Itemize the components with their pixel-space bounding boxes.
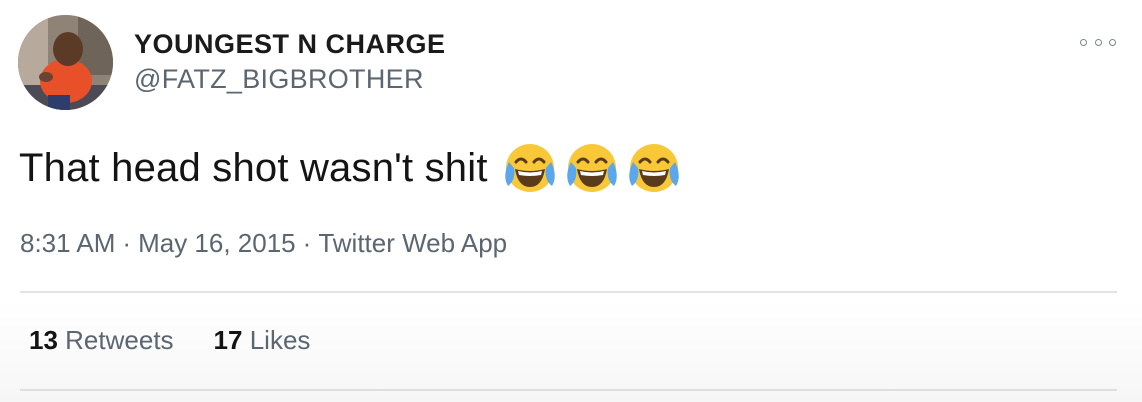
- display-name[interactable]: YOUNGEST N CHARGE: [134, 29, 446, 60]
- tweet-stats: 13 Retweets 17 Likes: [29, 325, 350, 356]
- face-with-tears-of-joy-icon: [504, 144, 555, 192]
- emoji-group: [502, 140, 688, 196]
- avatar[interactable]: [18, 15, 113, 110]
- tweet-meta: 8:31 AM · May 16, 2015 · Twitter Web App: [20, 228, 507, 259]
- tweet-date[interactable]: May 16, 2015: [138, 228, 296, 258]
- more-options-icon[interactable]: [1080, 34, 1116, 50]
- tweet-source[interactable]: Twitter Web App: [318, 228, 507, 258]
- meta-separator: ·: [302, 228, 312, 258]
- divider: [20, 389, 1117, 391]
- face-with-tears-of-joy-icon: [628, 144, 679, 192]
- more-dot: [1109, 38, 1116, 46]
- retweets-count: 13: [29, 325, 58, 355]
- tweet-time[interactable]: 8:31 AM: [20, 228, 115, 258]
- more-dot: [1080, 38, 1087, 46]
- more-dot: [1094, 38, 1102, 46]
- meta-separator: ·: [122, 228, 132, 258]
- likes-label: Likes: [249, 325, 311, 355]
- tweet-card: YOUNGEST N CHARGE @FATZ_BIGBROTHER That …: [0, 0, 1142, 402]
- tweet-body: That head shot wasn't shit: [19, 138, 688, 198]
- tweet-text: That head shot wasn't shit: [19, 145, 488, 190]
- retweets-stat[interactable]: 13 Retweets: [29, 325, 174, 356]
- user-handle[interactable]: @FATZ_BIGBROTHER: [134, 64, 424, 95]
- likes-count: 17: [213, 325, 243, 355]
- retweets-label: Retweets: [65, 325, 174, 355]
- likes-stat[interactable]: 17 Likes: [214, 325, 311, 356]
- avatar-photo: [18, 15, 113, 110]
- face-with-tears-of-joy-icon: [566, 144, 617, 192]
- divider: [20, 291, 1117, 293]
